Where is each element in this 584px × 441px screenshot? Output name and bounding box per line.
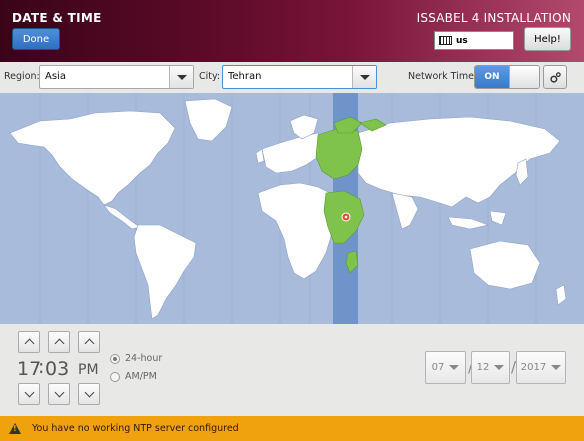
hours-down-button[interactable]: [18, 383, 40, 405]
chevron-down-icon: [449, 365, 460, 370]
radio-indicator: [110, 371, 120, 382]
toggle-knob: [509, 66, 539, 88]
radio-indicator: [110, 353, 120, 364]
month-select[interactable]: 07: [425, 351, 466, 384]
ampm-display: PM: [78, 362, 99, 378]
month-value: 07: [431, 362, 445, 373]
city-value: Tehran: [228, 71, 262, 82]
time-separator: :: [38, 356, 45, 378]
day-select[interactable]: 12: [471, 351, 510, 384]
day-value: 12: [476, 362, 490, 373]
world-map[interactable]: [0, 93, 584, 324]
timezone-map[interactable]: [0, 93, 584, 324]
warning-message: You have no working NTP server configure…: [32, 423, 239, 434]
chevron-up-icon: [84, 338, 94, 349]
minutes-down-button[interactable]: [48, 383, 70, 405]
chevron-down-icon: [24, 387, 34, 398]
chevron-up-icon: [24, 338, 34, 349]
chevron-down-icon: [84, 387, 94, 398]
year-select[interactable]: 2017: [516, 351, 566, 384]
format-24h-radio[interactable]: 24-hour: [110, 353, 162, 364]
region-select[interactable]: Asia: [39, 65, 194, 89]
done-button[interactable]: Done: [12, 28, 60, 50]
chevron-down-icon: [494, 365, 505, 370]
region-value: Asia: [45, 71, 66, 82]
toggle-on-label: ON: [475, 66, 509, 88]
ampm-up-button[interactable]: [78, 331, 100, 353]
chevron-down-icon: [169, 66, 193, 88]
city-select[interactable]: Tehran: [222, 65, 377, 89]
chevron-down-icon: [352, 66, 376, 88]
network-time-toggle[interactable]: ON: [474, 65, 540, 89]
format-24h-label: 24-hour: [125, 353, 163, 364]
ntp-warning-bar: You have no working NTP server configure…: [0, 416, 584, 441]
continents: [9, 98, 567, 320]
warning-icon: [9, 423, 21, 434]
location-pin-icon[interactable]: [341, 212, 351, 222]
ampm-down-button[interactable]: [78, 383, 100, 405]
keyboard-layout-indicator[interactable]: us: [434, 31, 514, 50]
region-label: Region:: [4, 71, 40, 82]
chevron-down-icon: [551, 365, 562, 370]
installation-title: ISSABEL 4 INSTALLATION: [416, 11, 571, 25]
chevron-down-icon: [54, 387, 64, 398]
gear-icon: [549, 71, 561, 83]
chevron-up-icon: [54, 338, 64, 349]
keyboard-icon: [439, 36, 452, 45]
page-title: DATE & TIME: [12, 11, 102, 25]
help-button[interactable]: Help!: [524, 27, 571, 51]
keyboard-layout-label: us: [456, 35, 468, 46]
hours-up-button[interactable]: [18, 331, 40, 353]
network-time-label: Network Time: [408, 71, 474, 82]
format-ampm-label: AM/PM: [125, 371, 157, 382]
minutes-display: 03: [45, 358, 70, 380]
city-label: City:: [199, 71, 221, 82]
header-bar: DATE & TIME Done ISSABEL 4 INSTALLATION …: [0, 0, 584, 62]
year-value: 2017: [520, 362, 547, 373]
format-ampm-radio[interactable]: AM/PM: [110, 371, 157, 382]
ntp-settings-button[interactable]: [543, 65, 567, 89]
minutes-up-button[interactable]: [48, 331, 70, 353]
